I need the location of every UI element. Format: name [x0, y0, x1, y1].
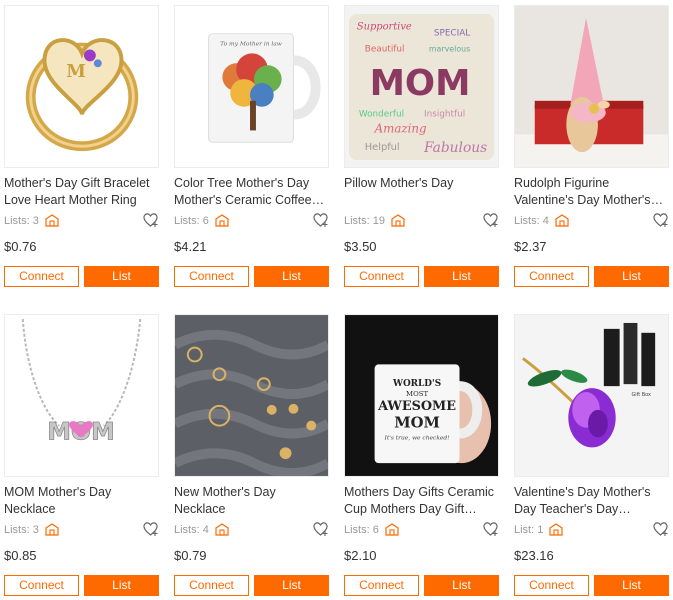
product-title[interactable]: Pillow Mother's Day: [344, 175, 499, 209]
svg-text:marvelous: marvelous: [429, 44, 470, 53]
svg-text:Supportive: Supportive: [357, 22, 412, 33]
pillow-text: MOM: [370, 63, 471, 104]
cup-line-3: AWESOME: [377, 399, 456, 414]
list-button[interactable]: List: [424, 575, 499, 596]
store-icon: [549, 523, 563, 536]
lists-label: List: 1: [514, 523, 544, 536]
gift-box-label: Gift Box: [631, 392, 651, 398]
cup-line-2: MOST: [406, 390, 428, 398]
product-price: $0.76: [4, 239, 37, 254]
lists-label: Lists: 6: [344, 523, 379, 536]
product-title[interactable]: Mothers Day Gifts Ceramic Cup Mothers Da…: [344, 484, 499, 518]
lists-label: Lists: 19: [344, 214, 385, 227]
svg-text:Fabulous: Fabulous: [423, 140, 487, 156]
store-icon: [215, 523, 229, 536]
product-image-rose[interactable]: Gift Box: [514, 314, 669, 477]
product-card[interactable]: Supportive SPECIAL Beautiful marvelous M…: [344, 5, 499, 295]
svg-text:Wonderful: Wonderful: [359, 110, 404, 120]
heart-icon[interactable]: [652, 211, 669, 228]
heart-icon[interactable]: [482, 520, 499, 537]
mug-caption: To my Mother in law: [220, 42, 282, 48]
product-image-gnome[interactable]: [514, 5, 669, 168]
list-button[interactable]: List: [84, 575, 159, 596]
product-image-necklace[interactable]: MOM: [4, 314, 159, 477]
connect-button[interactable]: Connect: [344, 575, 419, 596]
heart-icon[interactable]: [312, 211, 329, 228]
list-button[interactable]: List: [84, 266, 159, 287]
heart-icon[interactable]: [142, 211, 159, 228]
connect-button[interactable]: Connect: [344, 266, 419, 287]
store-icon: [45, 523, 59, 536]
connect-button[interactable]: Connect: [4, 575, 79, 596]
lists-count: Lists: 4: [514, 214, 569, 227]
product-card[interactable]: Gift Box Valentine's Day Mother's Day Te…: [514, 314, 669, 600]
connect-button[interactable]: Connect: [174, 575, 249, 596]
heart-icon[interactable]: [652, 520, 669, 537]
product-card[interactable]: To my Mother in law Color Tree Mother's …: [174, 5, 329, 295]
lists-label: Lists: 4: [174, 523, 209, 536]
product-card[interactable]: New Mother's Day Necklace Lists: 4 $0.79…: [174, 314, 329, 600]
lists-label: Lists: 3: [4, 214, 39, 227]
store-icon: [45, 214, 59, 227]
product-title[interactable]: Color Tree Mother's Day Mother's Ceramic…: [174, 175, 329, 209]
product-title[interactable]: Valentine's Day Mother's Day Teacher's D…: [514, 484, 669, 518]
svg-text:M: M: [66, 61, 86, 82]
product-title[interactable]: Mother's Day Gift Bracelet Love Heart Mo…: [4, 175, 159, 209]
list-button[interactable]: List: [254, 575, 329, 596]
product-card[interactable]: WORLD'S MOST AWESOME MOM It's true, we c…: [344, 314, 499, 600]
connect-button[interactable]: Connect: [174, 266, 249, 287]
lists-count: Lists: 6: [174, 214, 229, 227]
list-button[interactable]: List: [424, 266, 499, 287]
product-price: $2.10: [344, 548, 377, 563]
list-button[interactable]: List: [254, 266, 329, 287]
cup-line-5: It's true, we checked!: [384, 435, 450, 441]
product-image-necklaces[interactable]: [174, 314, 329, 477]
product-image-ring[interactable]: M: [4, 5, 159, 168]
lists-label: Lists: 4: [514, 214, 549, 227]
lists-count: Lists: 4: [174, 523, 229, 536]
lists-count: Lists: 3: [4, 214, 59, 227]
heart-icon[interactable]: [482, 211, 499, 228]
store-icon: [391, 214, 405, 227]
product-price: $2.37: [514, 239, 547, 254]
product-price: $4.21: [174, 239, 207, 254]
lists-label: Lists: 3: [4, 523, 39, 536]
product-card[interactable]: M Mother's Day Gift Bracelet Love Heart …: [4, 5, 159, 295]
lists-count: Lists: 6: [344, 523, 399, 536]
lists-label: Lists: 6: [174, 214, 209, 227]
product-price: $23.16: [514, 548, 554, 563]
product-price: $3.50: [344, 239, 377, 254]
store-icon: [555, 214, 569, 227]
svg-text:Beautiful: Beautiful: [365, 44, 405, 54]
store-icon: [385, 523, 399, 536]
lists-count: Lists: 3: [4, 523, 59, 536]
list-button[interactable]: List: [594, 575, 669, 596]
store-icon: [215, 214, 229, 227]
product-card[interactable]: MOM MOM Mother's Day Necklace Lists: 3 $…: [4, 314, 159, 600]
svg-text:SPECIAL: SPECIAL: [434, 29, 470, 39]
product-card[interactable]: Rudolph Figurine Valentine's Day Mother'…: [514, 5, 669, 295]
connect-button[interactable]: Connect: [514, 266, 589, 287]
list-button[interactable]: List: [594, 266, 669, 287]
product-image-pillow[interactable]: Supportive SPECIAL Beautiful marvelous M…: [344, 5, 499, 168]
svg-text:Helpful: Helpful: [365, 142, 400, 153]
product-price: $0.79: [174, 548, 207, 563]
lists-count: List: 1: [514, 523, 563, 536]
heart-icon[interactable]: [142, 520, 159, 537]
connect-button[interactable]: Connect: [514, 575, 589, 596]
lists-count: Lists: 19: [344, 214, 405, 227]
connect-button[interactable]: Connect: [4, 266, 79, 287]
product-image-mug[interactable]: To my Mother in law: [174, 5, 329, 168]
product-price: $0.85: [4, 548, 37, 563]
cup-line-4: MOM: [394, 415, 440, 432]
svg-text:Insightful: Insightful: [424, 110, 465, 120]
product-image-cup[interactable]: WORLD'S MOST AWESOME MOM It's true, we c…: [344, 314, 499, 477]
product-title[interactable]: New Mother's Day Necklace: [174, 484, 329, 518]
svg-text:Amazing: Amazing: [374, 121, 427, 135]
product-title[interactable]: Rudolph Figurine Valentine's Day Mother'…: [514, 175, 669, 209]
product-title[interactable]: MOM Mother's Day Necklace: [4, 484, 159, 518]
heart-icon[interactable]: [312, 520, 329, 537]
cup-line-1: WORLD'S: [392, 379, 441, 389]
